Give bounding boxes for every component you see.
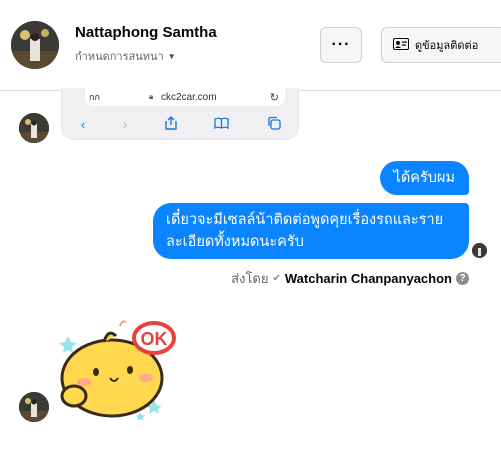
bookmarks-icon bbox=[214, 117, 230, 132]
seen-avatar bbox=[472, 243, 487, 258]
contact-avatar[interactable] bbox=[11, 21, 59, 69]
help-icon[interactable]: ? bbox=[456, 272, 469, 285]
view-contact-button[interactable]: ดูข้อมูลติดต่อ bbox=[381, 27, 501, 63]
schedule-label: กำหนดการสนทนา bbox=[75, 51, 164, 63]
address-host: ckc2car.com bbox=[161, 91, 217, 103]
check-circle-icon: ✔ bbox=[272, 273, 281, 284]
browser-toolbar: ‹ › bbox=[62, 114, 300, 134]
sent-by-info: ส่งโดย ✔ Watcharin Chanpanyachon ? bbox=[231, 268, 469, 289]
back-icon: ‹ bbox=[80, 116, 86, 132]
address-prefix: กก bbox=[89, 92, 100, 102]
message-bubble-outgoing[interactable]: ได้ครับผม bbox=[379, 161, 469, 195]
conversation-header: Nattaphong Samtha กำหนดการสนทนา ▼ ··· ดู… bbox=[0, 0, 501, 91]
sent-by-prefix: ส่งโดย bbox=[231, 271, 269, 286]
caret-down-icon: ▼ bbox=[167, 51, 176, 61]
ok-sticker[interactable]: OK bbox=[54, 316, 176, 421]
address-bar: กก 🔒︎ ckc2car.com ↻ bbox=[85, 88, 285, 106]
contact-card-icon bbox=[393, 37, 409, 53]
tabs-icon bbox=[267, 116, 281, 133]
sender-name: Watcharin Chanpanyachon bbox=[284, 271, 452, 286]
contact-avatar-small[interactable] bbox=[19, 113, 49, 143]
message-thread: กก 🔒︎ ckc2car.com ↻ ‹ › ได้ครับผม เดี๋ยว… bbox=[0, 88, 501, 456]
message-bubble-outgoing[interactable]: เดี๋ยวจะมีเซลล์น้าติดต่อพูดคุยเรื่องรถแล… bbox=[153, 203, 469, 259]
forward-icon: › bbox=[122, 116, 128, 132]
view-contact-label: ดูข้อมูลติดต่อ bbox=[415, 40, 479, 52]
contact-name[interactable]: Nattaphong Samtha bbox=[75, 24, 217, 41]
schedule-dropdown[interactable]: กำหนดการสนทนา ▼ bbox=[75, 47, 176, 65]
browser-screenshot-image[interactable]: กก 🔒︎ ckc2car.com ↻ ‹ › bbox=[61, 88, 299, 140]
contact-avatar-small[interactable] bbox=[19, 392, 49, 422]
reload-icon: ↻ bbox=[269, 91, 279, 104]
more-options-button[interactable]: ··· bbox=[320, 27, 362, 63]
sticker-ok-text: OK bbox=[141, 329, 168, 349]
share-icon bbox=[165, 115, 177, 133]
lock-icon: 🔒︎ bbox=[149, 92, 154, 101]
